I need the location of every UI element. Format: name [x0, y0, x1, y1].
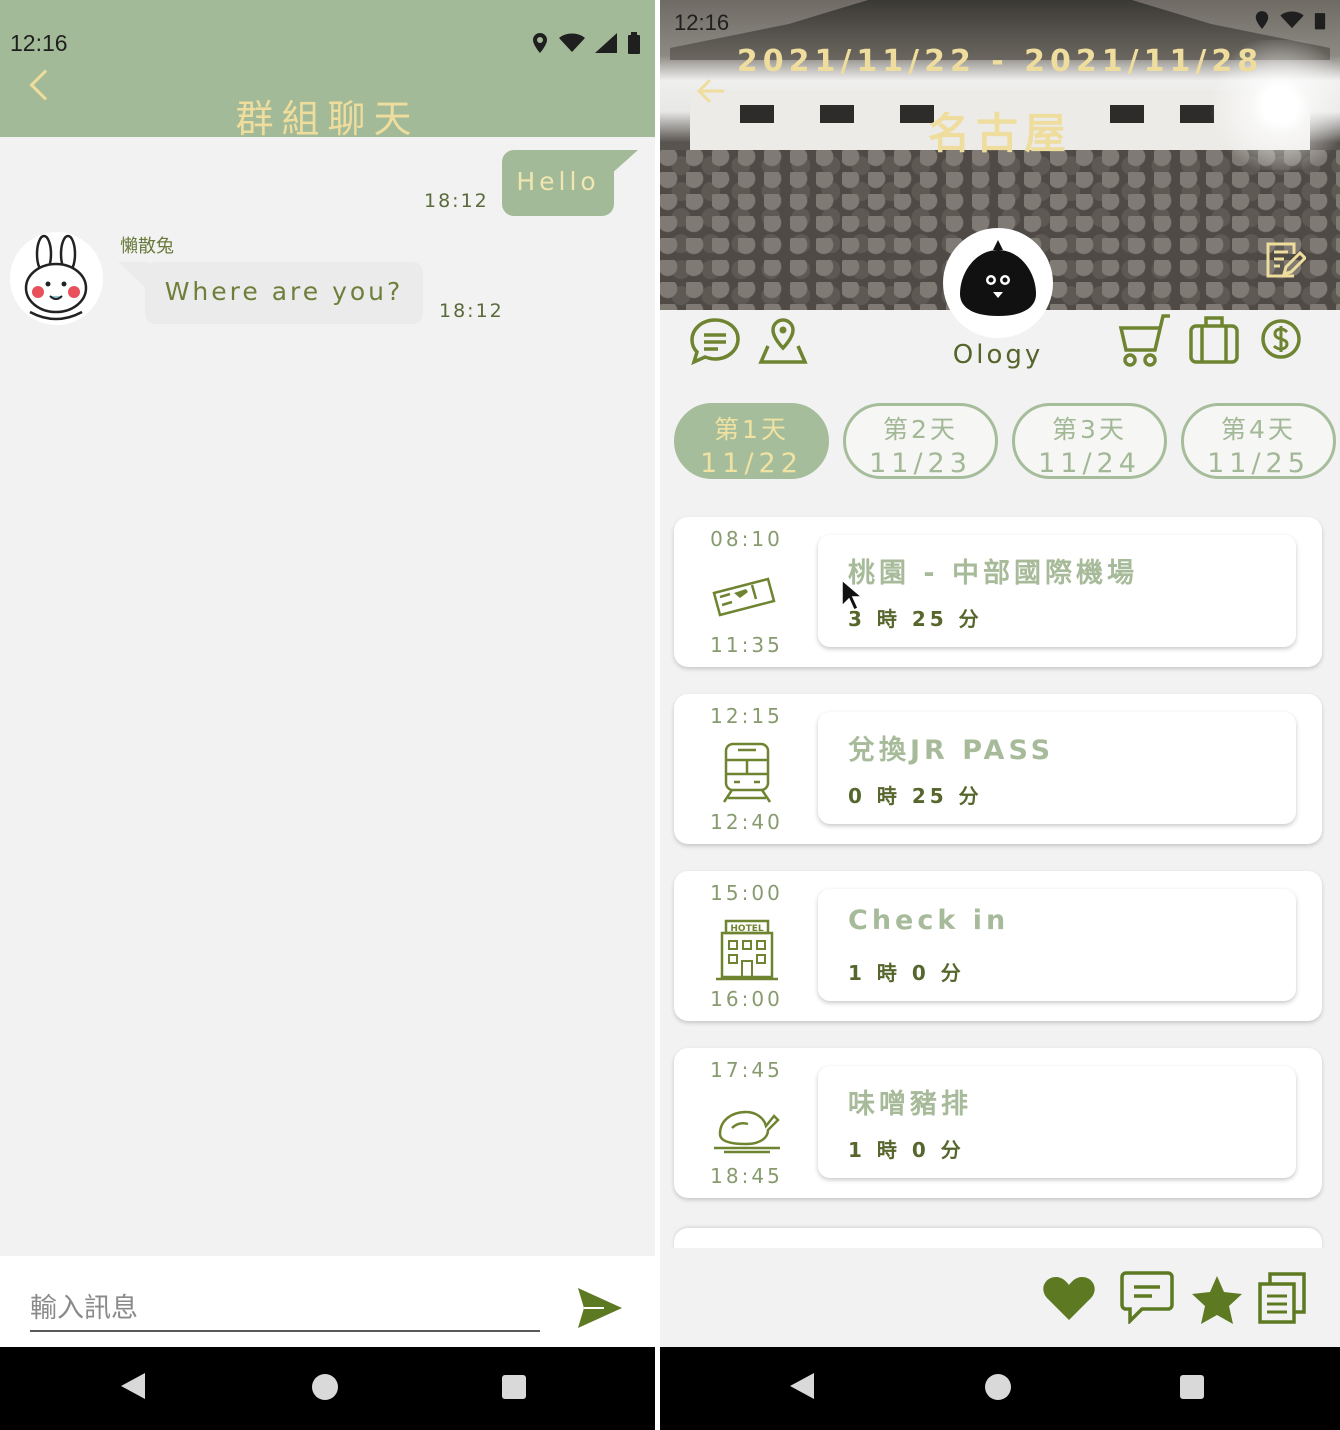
- message-time: 18:12: [424, 190, 489, 212]
- nav-home-icon[interactable]: [312, 1374, 338, 1400]
- schedule-item[interactable]: 15:00 HOTEL 16:00 Check in 1 時 0 分: [674, 871, 1322, 1021]
- edit-icon[interactable]: [1264, 240, 1306, 282]
- schedule-item[interactable]: 08:10 11:35 桃園 - 中部國際機場 3 時 25 分: [674, 517, 1322, 667]
- schedule-detail[interactable]: 兌換JR PASS 0 時 25 分: [818, 712, 1296, 824]
- schedule-title: 味噌豬排: [848, 1089, 972, 1120]
- day-tab-3[interactable]: 第3天 11/24: [1012, 403, 1167, 479]
- comment-icon[interactable]: [1120, 1270, 1174, 1324]
- battery-icon: [628, 32, 640, 54]
- day-tab-label: 第1天: [714, 415, 789, 444]
- incoming-bubble-tail: [118, 262, 148, 290]
- location-icon: [533, 33, 547, 53]
- schedule-title: 兌換JR PASS: [848, 735, 1055, 766]
- chat-icon[interactable]: [688, 316, 742, 366]
- cart-icon[interactable]: [1118, 312, 1172, 368]
- location-icon: [1255, 11, 1269, 29]
- message-input[interactable]: [30, 1286, 540, 1332]
- chat-header: 12:16 群組聊天: [0, 0, 655, 141]
- schedule-detail[interactable]: 桃園 - 中部國際機場 3 時 25 分: [818, 535, 1296, 647]
- schedule-detail[interactable]: 味噌豬排 1 時 0 分: [818, 1066, 1296, 1178]
- schedule-duration: 0 時 25 分: [848, 784, 983, 808]
- schedule-detail[interactable]: Check in 1 時 0 分: [818, 889, 1296, 1001]
- nav-home-icon[interactable]: [985, 1374, 1011, 1400]
- signal-icon: [595, 33, 617, 53]
- day-tab-4[interactable]: 第4天 11/25: [1181, 403, 1336, 479]
- schedule-title: Check in: [848, 905, 1010, 936]
- train-icon: [722, 742, 772, 803]
- day-tab-1[interactable]: 第1天 11/22: [674, 403, 829, 479]
- trip-screen: 12:16 2021/11/22 - 2021/11/28 名古屋 Ology …: [660, 0, 1340, 1430]
- owner-name: Ology: [952, 340, 1044, 370]
- day-tab-label: 第3天: [1052, 415, 1127, 444]
- owner-avatar[interactable]: [943, 228, 1053, 338]
- end-time: 18:45: [710, 1164, 783, 1188]
- nav-recent-icon[interactable]: [502, 1375, 526, 1399]
- system-nav-bar: [660, 1347, 1340, 1430]
- day-tab-label: 第2天: [883, 415, 958, 444]
- back-arrow-icon[interactable]: [696, 76, 726, 106]
- nav-back-icon[interactable]: [790, 1373, 814, 1399]
- star-icon[interactable]: [1190, 1274, 1244, 1326]
- day-tab-label: 第4天: [1221, 415, 1296, 444]
- day-tab-date: 11/22: [700, 448, 803, 479]
- start-time: 08:10: [710, 527, 783, 551]
- status-icons: [1254, 10, 1326, 30]
- wifi-icon: [559, 33, 585, 52]
- end-time: 11:35: [710, 633, 783, 657]
- dollar-icon[interactable]: [1260, 318, 1302, 360]
- schedule-item-partial[interactable]: [674, 1228, 1322, 1248]
- day-tab-date: 11/24: [1038, 448, 1141, 479]
- page-title: 群組聊天: [235, 97, 420, 141]
- day-tab-2[interactable]: 第2天 11/23: [843, 403, 998, 479]
- message-time: 18:12: [439, 300, 504, 322]
- map-pin-icon[interactable]: [758, 316, 808, 366]
- heart-icon[interactable]: [1042, 1276, 1096, 1322]
- luggage-icon[interactable]: [1188, 314, 1240, 366]
- flight-ticket-icon: [712, 577, 776, 617]
- schedule-title: 桃園 - 中部國際機場: [848, 558, 1139, 589]
- schedule-duration: 3 時 25 分: [848, 607, 983, 631]
- mouse-cursor-icon: [841, 578, 862, 612]
- schedule-duration: 1 時 0 分: [848, 961, 965, 985]
- day-tab-date: 11/25: [1207, 448, 1310, 479]
- end-time: 12:40: [710, 810, 783, 834]
- send-icon[interactable]: [576, 1286, 622, 1330]
- system-nav-bar: [0, 1347, 655, 1430]
- nav-back-icon[interactable]: [121, 1373, 145, 1399]
- schedule-item[interactable]: 17:45 18:45 味噌豬排 1 時 0 分: [674, 1048, 1322, 1198]
- status-icons: [531, 32, 641, 54]
- end-time: 16:00: [710, 987, 783, 1011]
- incoming-message: Where are you?: [145, 262, 423, 324]
- nav-recent-icon[interactable]: [1180, 1375, 1204, 1399]
- status-time: 12:16: [10, 30, 68, 56]
- schedule-item[interactable]: 12:15 12:40 兌換JR PASS 0 時 25 分: [674, 694, 1322, 844]
- status-time: 12:16: [674, 10, 730, 35]
- day-tab-date: 11/23: [869, 448, 972, 479]
- sender-name: 懶散兔: [120, 236, 174, 257]
- start-time: 15:00: [710, 881, 783, 905]
- roast-food-icon: [714, 1110, 780, 1154]
- outgoing-message: Hello: [502, 150, 614, 216]
- schedule-duration: 1 時 0 分: [848, 1138, 965, 1162]
- wifi-icon: [1280, 11, 1304, 29]
- chat-screen: 12:16 群組聊天 Hello 18:12 懶散兔 Where are you…: [0, 0, 655, 1430]
- start-time: 17:45: [710, 1058, 783, 1082]
- trip-date-range: 2021/11/22 - 2021/11/28: [736, 44, 1264, 79]
- battery-icon: [1314, 13, 1326, 30]
- bunny-avatar[interactable]: [10, 232, 103, 325]
- message-composer: [0, 1256, 655, 1347]
- hotel-icon: HOTEL: [716, 919, 778, 981]
- copy-icon[interactable]: [1256, 1270, 1308, 1326]
- start-time: 12:15: [710, 704, 783, 728]
- schedule-list[interactable]: 08:10 11:35 桃園 - 中部國際機場 3 時 25 分 12:15 1…: [660, 500, 1340, 1248]
- trip-city: 名古屋: [927, 109, 1072, 158]
